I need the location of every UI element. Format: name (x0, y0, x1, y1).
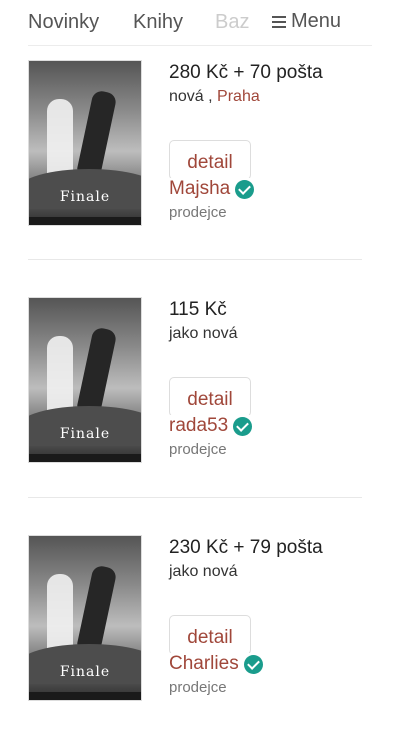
condition: nová , Praha (169, 88, 260, 106)
detail-button[interactable]: detail (169, 140, 251, 180)
book-cover[interactable]: Finale (28, 297, 142, 463)
hamburger-icon (272, 15, 286, 28)
seller-label: prodejce (169, 204, 227, 221)
condition-text: jako nová (169, 325, 238, 342)
book-cover[interactable]: Finale (28, 60, 142, 226)
listing-divider (28, 259, 362, 260)
cover-title: Finale (59, 664, 111, 680)
cover-title: Finale (59, 426, 111, 442)
seller-name: Charlies (169, 653, 239, 674)
price: 280 Kč + 70 pošta (169, 62, 323, 83)
menu-button[interactable]: Menu (272, 10, 342, 33)
menu-label: Menu (291, 10, 342, 32)
condition-text: jako nová (169, 563, 238, 580)
detail-button[interactable]: detail (169, 615, 251, 655)
detail-button[interactable]: detail (169, 377, 251, 417)
price: 115 Kč (169, 299, 227, 320)
condition: jako nová (169, 325, 238, 343)
nav-item-knihy[interactable]: Knihy (133, 11, 183, 34)
nav-item-bazar[interactable]: Baz (215, 11, 253, 34)
seller-link[interactable]: Majsha (169, 178, 257, 200)
book-cover[interactable]: Finale (28, 535, 142, 701)
seller-name: Majsha (169, 178, 231, 199)
seller-link[interactable]: Charlies (169, 653, 265, 675)
price: 230 Kč + 79 pošta (169, 537, 323, 558)
condition-text: nová , (169, 88, 213, 105)
listing-item: Finale 230 Kč + 79 pošta jako nová detai… (0, 535, 400, 705)
seller-link[interactable]: rada53 (169, 415, 255, 437)
seller-label: prodejce (169, 441, 227, 458)
seller-name: rada53 (169, 415, 229, 436)
listing-item: Finale 115 Kč jako nová detail rada53 pr… (0, 297, 400, 467)
verified-check-icon (233, 416, 253, 436)
top-nav: Novinky Knihy Baz Menu (0, 0, 400, 46)
nav-divider (28, 45, 372, 46)
nav-item-novinky[interactable]: Novinky (28, 11, 99, 34)
condition: jako nová (169, 563, 238, 581)
cover-title: Finale (59, 189, 111, 205)
listing-item: Finale 280 Kč + 70 pošta nová , Praha de… (0, 60, 400, 230)
seller-label: prodejce (169, 679, 227, 696)
city-link[interactable]: Praha (217, 88, 260, 105)
verified-check-icon (243, 654, 263, 674)
listing-divider (28, 497, 362, 498)
verified-check-icon (235, 179, 255, 199)
